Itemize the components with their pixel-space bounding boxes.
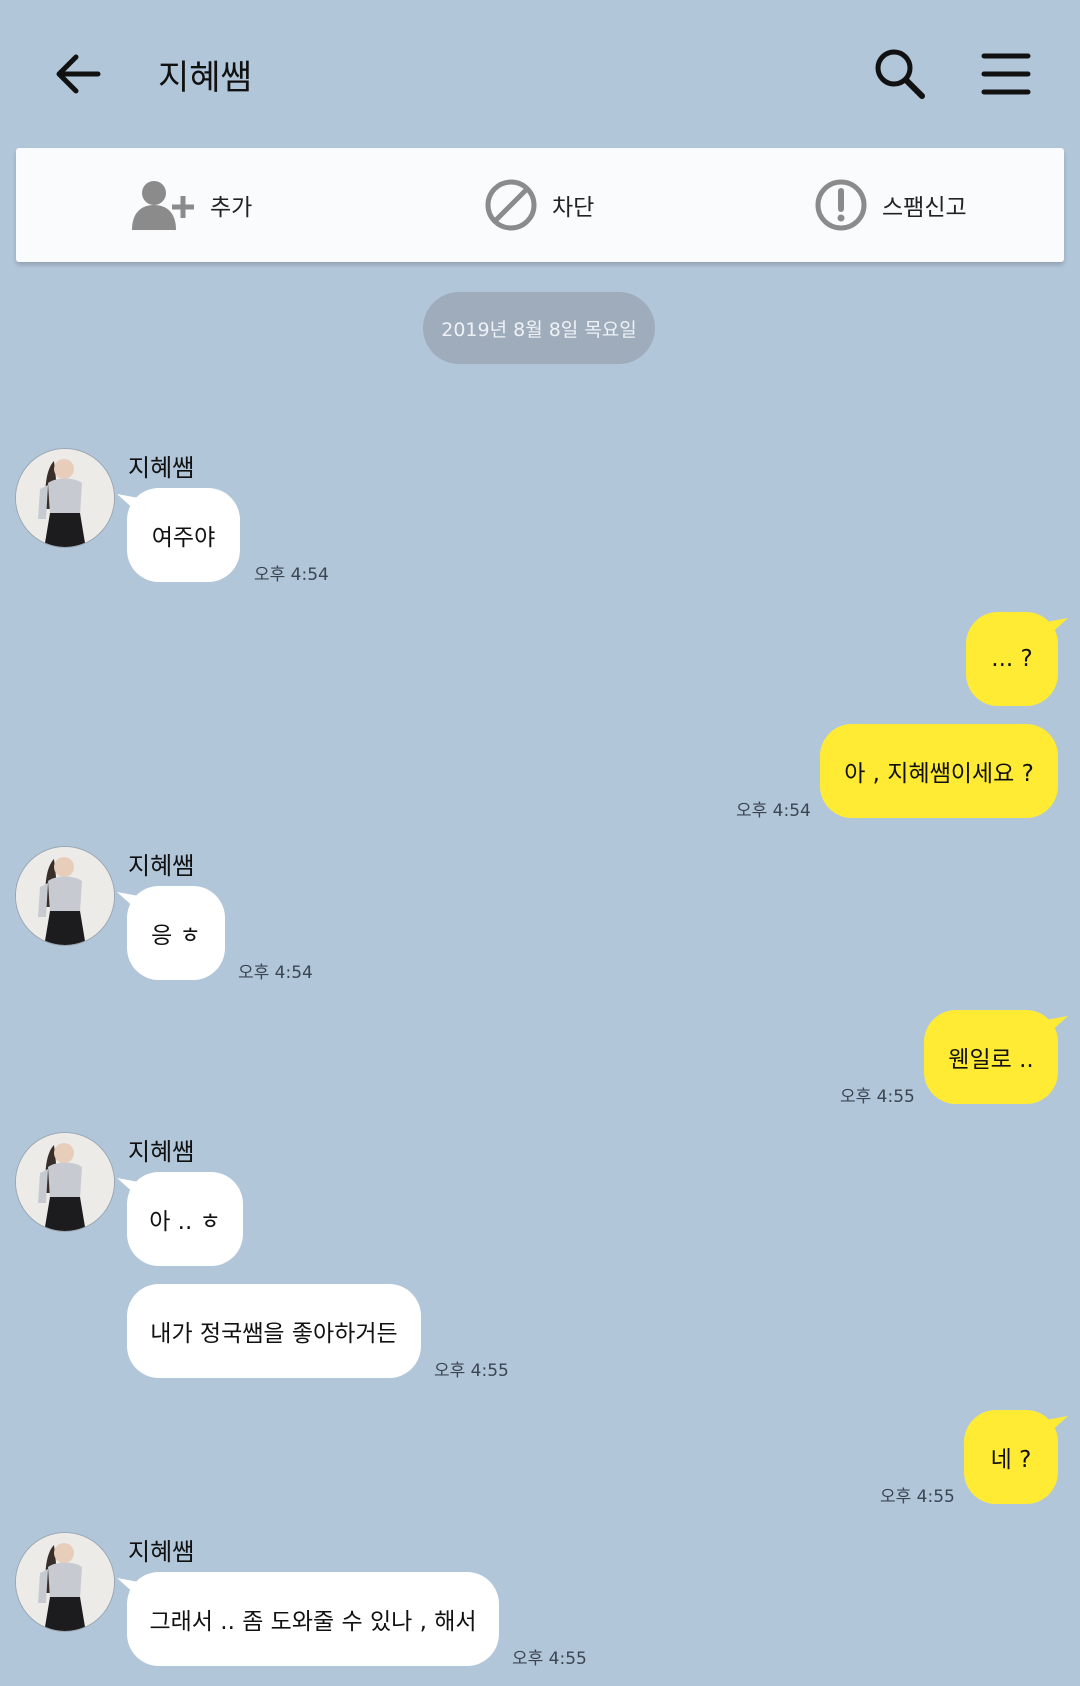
avatar[interactable] xyxy=(15,1532,115,1632)
block-button[interactable]: 차단 xyxy=(484,148,594,262)
message-text: 그래서 .. 좀 도와줄 수 있나 , 해서 xyxy=(149,1609,477,1635)
message-bubble-incoming[interactable]: 여주야 xyxy=(117,488,240,582)
add-friend-label: 추가 xyxy=(210,195,253,221)
report-spam-icon xyxy=(814,178,868,232)
report-spam-label: 스팸신고 xyxy=(882,195,967,221)
message-bubble-incoming[interactable]: 그래서 .. 좀 도와줄 수 있나 , 해서 xyxy=(117,1572,499,1666)
back-arrow-icon[interactable] xyxy=(48,44,108,104)
avatar[interactable] xyxy=(15,448,115,548)
add-friend-button[interactable]: 추가 xyxy=(130,148,252,262)
message-text: 응 ㅎ xyxy=(151,923,201,949)
avatar[interactable] xyxy=(15,846,115,946)
message-text: 여주야 xyxy=(151,525,216,551)
message-text: 아 .. ㅎ xyxy=(149,1209,221,1235)
search-icon[interactable] xyxy=(870,44,930,104)
hamburger-menu-icon[interactable] xyxy=(980,48,1032,100)
sender-name: 지혜쌤 xyxy=(128,852,195,880)
sender-name: 지혜쌤 xyxy=(128,454,195,482)
bubble-tail xyxy=(117,892,139,910)
block-label: 차단 xyxy=(552,195,595,221)
message-time: 오후 4:55 xyxy=(434,1361,509,1381)
message-bubble-incoming[interactable]: 응 ㅎ xyxy=(117,886,225,980)
message-bubble-incoming[interactable]: 아 .. ㅎ xyxy=(117,1172,243,1266)
avatar[interactable] xyxy=(15,1132,115,1232)
bubble-tail xyxy=(117,1578,139,1596)
message-bubble-outgoing[interactable]: 웬일로 .. xyxy=(924,1010,1068,1104)
block-icon xyxy=(484,178,538,232)
message-time: 오후 4:54 xyxy=(254,565,329,585)
bubble-tail xyxy=(117,494,139,512)
message-text: ... ? xyxy=(991,646,1033,672)
bubble-tail xyxy=(117,1178,139,1196)
message-bubble-outgoing[interactable]: 아 , 지혜쌤이세요 ? xyxy=(820,724,1058,818)
chat-header: 지혜쌤 xyxy=(0,0,1080,146)
chat-title: 지혜쌤 xyxy=(158,58,252,98)
date-divider: 2019년 8월 8일 목요일 xyxy=(423,292,655,364)
sender-name: 지혜쌤 xyxy=(128,1538,195,1566)
report-spam-button[interactable]: 스팸신고 xyxy=(814,148,967,262)
message-text: 내가 정국쌤을 좋아하거든 xyxy=(150,1321,398,1347)
message-text: 네 ? xyxy=(990,1447,1032,1473)
add-friend-icon xyxy=(130,178,196,232)
message-bubble-outgoing[interactable]: 네 ? xyxy=(964,1410,1068,1504)
sender-name: 지혜쌤 xyxy=(128,1138,195,1166)
message-bubble-outgoing[interactable]: ... ? xyxy=(966,612,1068,706)
message-time: 오후 4:54 xyxy=(736,801,811,821)
message-time: 오후 4:55 xyxy=(840,1087,915,1107)
stranger-action-bar: 추가 차단 스팸신고 xyxy=(16,148,1064,262)
bubble-tail xyxy=(1046,1416,1068,1434)
message-text: 아 , 지혜쌤이세요 ? xyxy=(844,761,1034,787)
message-text: 웬일로 .. xyxy=(948,1047,1034,1073)
message-time: 오후 4:54 xyxy=(238,963,313,983)
message-bubble-incoming[interactable]: 내가 정국쌤을 좋아하거든 xyxy=(127,1284,421,1378)
bubble-tail xyxy=(1046,618,1068,636)
bubble-tail xyxy=(1046,1016,1068,1034)
message-time: 오후 4:55 xyxy=(512,1649,587,1669)
message-time: 오후 4:55 xyxy=(880,1487,955,1507)
